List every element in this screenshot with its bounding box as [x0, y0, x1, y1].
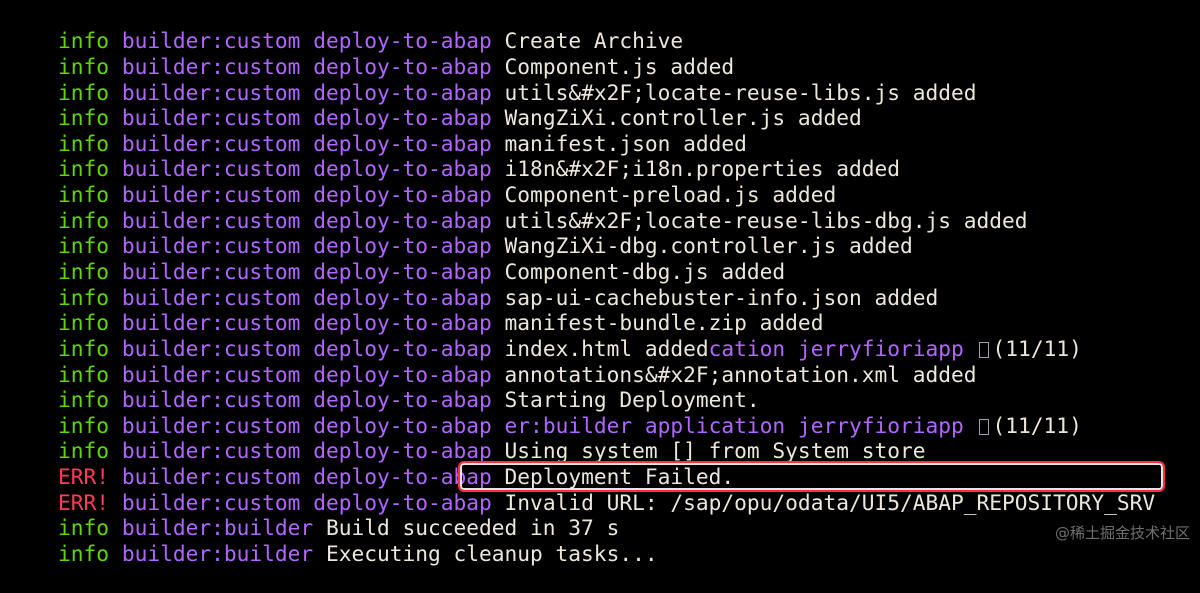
progress-count: (11/11) — [992, 413, 1082, 438]
progress-count: (11/11) — [992, 336, 1082, 361]
log-line: info builder:custom deploy-to-abap i18n&… — [7, 130, 900, 181]
log-line: info builder:custom deploy-to-abap Creat… — [7, 2, 683, 53]
log-line: info builder:custom deploy-to-abap Using… — [7, 412, 925, 463]
log-line: info builder:custom deploy-to-abap manif… — [7, 284, 823, 335]
missing-glyph-icon — [978, 342, 989, 358]
log-line: info builder:custom deploy-to-abap utils… — [7, 54, 977, 105]
watermark: @稀土掘金技术社区 — [1054, 524, 1190, 542]
log-line: ERR! builder:custom deploy-to-abap Deplo… — [7, 438, 734, 489]
log-source: builder:builder — [121, 541, 314, 566]
log-line: info builder:builder Build succeeded in … — [7, 489, 619, 540]
log-line: info builder:custom deploy-to-abap sap-u… — [7, 259, 938, 310]
log-line: info builder:custom deploy-to-abap Compo… — [7, 233, 785, 284]
log-line: info builder:custom deploy-to-abap index… — [7, 310, 1082, 361]
log-line: info builder:custom deploy-to-abap manif… — [7, 105, 747, 156]
log-message: Executing cleanup tasks... — [325, 541, 658, 566]
log-line: info builder:custom deploy-to-abap annot… — [7, 336, 977, 387]
log-line: info builder:custom deploy-to-abap er:bu… — [7, 387, 1082, 438]
missing-glyph-icon — [978, 419, 989, 435]
log-line: info builder:custom deploy-to-abap WangZ… — [7, 79, 862, 130]
log-line: info builder:custom deploy-to-abap Compo… — [7, 156, 836, 207]
log-line: info builder:builder Executing cleanup t… — [7, 515, 658, 566]
log-line: info builder:custom deploy-to-abap Compo… — [7, 28, 734, 79]
log-line: info builder:custom deploy-to-abap WangZ… — [7, 207, 913, 258]
log-level: info — [58, 541, 110, 566]
log-line: ERR! builder:custom deploy-to-abap Inval… — [7, 464, 1155, 515]
log-line: info builder:custom deploy-to-abap Start… — [7, 361, 760, 412]
terminal-window[interactable]: info builder:custom deploy-to-abap Creat… — [0, 0, 1200, 566]
log-line: info builder:custom deploy-to-abap utils… — [7, 182, 1028, 233]
